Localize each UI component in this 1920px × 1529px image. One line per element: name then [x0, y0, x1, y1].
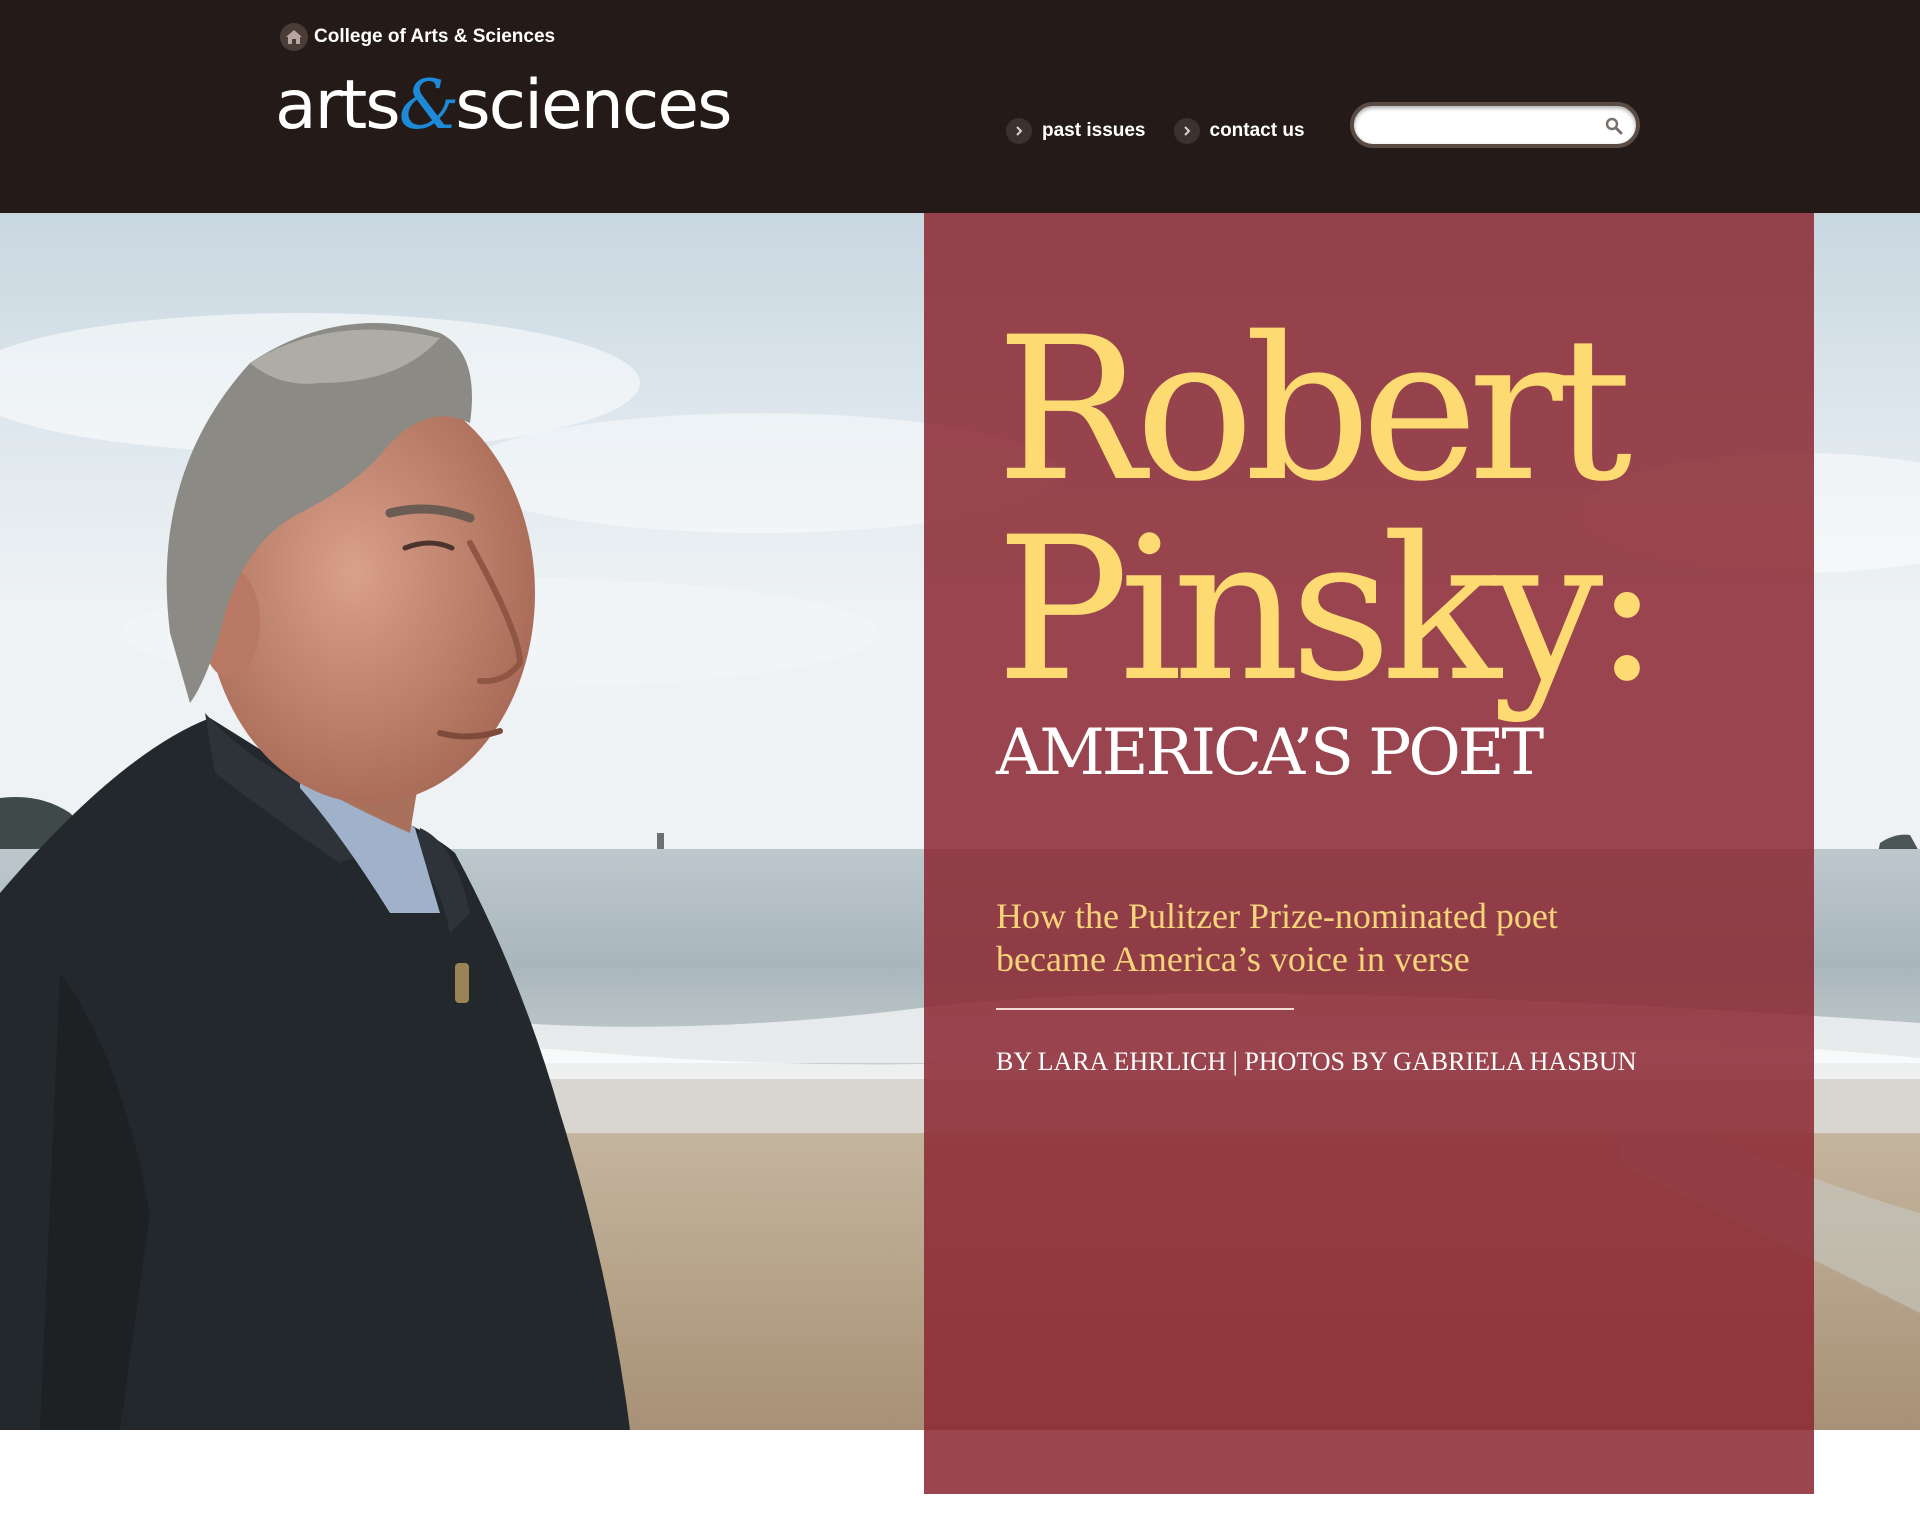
nav-contact-us[interactable]: contact us — [1173, 118, 1305, 144]
article-byline: BY LARA EHRLICH | PHOTOS BY GABRIELA HAS… — [996, 1047, 1637, 1076]
nav-past-issues[interactable]: past issues — [1006, 118, 1146, 144]
article-title-panel: Robert Pinsky: AMERICA’S POET How the Pu… — [924, 213, 1814, 1494]
article-title-line-2: Pinsky: — [996, 494, 1660, 725]
search-box — [1350, 102, 1640, 148]
chevron-right-icon — [1173, 118, 1200, 144]
college-home-link[interactable]: College of Arts & Sciences — [280, 22, 555, 52]
site-logo[interactable]: arts & sciences — [275, 66, 733, 162]
top-nav: past issues contact us — [1006, 118, 1333, 144]
home-icon — [280, 23, 308, 51]
college-link-label: College of Arts & Sciences — [314, 26, 556, 47]
site-header: College of Arts & Sciences arts & sciences… — [0, 0, 1920, 213]
search-icon[interactable] — [1602, 114, 1626, 138]
logo-arts: arts — [275, 66, 401, 145]
nav-contact-us-label: contact us — [1209, 120, 1305, 141]
search-input[interactable] — [1368, 112, 1588, 140]
chevron-right-icon — [1006, 118, 1032, 144]
article-subtitle: AMERICA’S POET — [996, 716, 1544, 790]
article-deck: How the Pulitzer Prize-nominated poet be… — [996, 896, 1558, 979]
logo-ampersand: & — [398, 66, 459, 145]
nav-past-issues-label: past issues — [1042, 120, 1146, 141]
logo-sciences: sciences — [455, 66, 732, 145]
divider — [996, 1008, 1294, 1010]
article-title-line-1: Robert — [996, 294, 1632, 525]
